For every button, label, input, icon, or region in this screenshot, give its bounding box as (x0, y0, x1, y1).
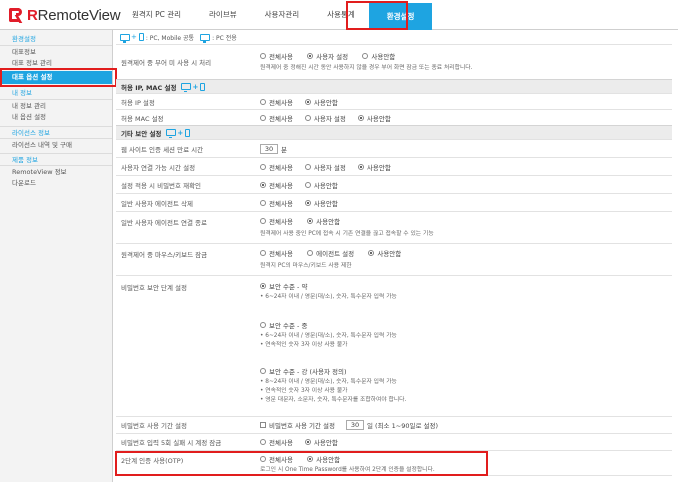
radio-all[interactable]: 전체사용 (260, 216, 293, 226)
radio-off[interactable]: 사용안함 (304, 198, 338, 208)
radio-user[interactable]: 사용자 설정 (304, 113, 346, 123)
row-note: 원격제어 중 정해진 시간 동안 사용하지 않을 경우 부어 화면 잠금 또는 … (260, 65, 473, 71)
radio-off[interactable]: 사용안함 (307, 216, 340, 226)
logo-mark-icon (9, 8, 25, 23)
radio-user[interactable]: 사용자 설정 (307, 51, 348, 61)
sidebar-item-my-manage[interactable]: 내 정보 관리 (0, 99, 112, 111)
row-label: 원격제어 중 부어 미 사용 시 처리 (121, 59, 212, 67)
row-agent-delete: 일반 사용자 에이전트 삭제 전체사용 사용안함 (116, 193, 672, 211)
row-user-conn: 사용자 연결 가능 시간 설정 전체사용 사용자 설정 사용안함 (116, 157, 672, 175)
logo-text: RemoteView (37, 6, 121, 24)
radio-off[interactable]: 사용안함 (362, 51, 395, 61)
radio-user[interactable]: 사용자 설정 (304, 162, 346, 172)
pc-mobile-icon: + (120, 33, 144, 43)
legend-common: : PC, Mobile 공통 (145, 34, 195, 42)
sidebar-cat-product[interactable]: 제품 정보 (0, 153, 112, 165)
row-agent-end: 일반 사용자 에이전트 연결 종료 전체사용 사용안함 원격제어 사용 중인 P… (116, 211, 672, 243)
sidebar-item-rep-info[interactable]: 대표정보 (0, 45, 112, 57)
timeout-input[interactable]: 30 (260, 143, 278, 154)
section-etc: 기타 보안 설정 + (116, 125, 672, 139)
radio-off[interactable]: 사용안함 (357, 162, 391, 172)
pc-mobile-icon: + (181, 82, 206, 92)
radio-level-weak[interactable]: 보안 수준 - 약 (260, 281, 307, 291)
tab-remote-pc[interactable]: 원격지 PC 관리 (118, 0, 195, 30)
section-ipmac: 허용 IP, MAC 설정 + (116, 79, 672, 93)
radio-level-strong[interactable]: 보안 수준 - 강 (사용자 정의) (260, 366, 347, 376)
sidebar-cat-license[interactable]: 라이선스 정보 (0, 126, 112, 138)
row-web-timeout: 웹 사이트 인증 세션 만료 시간 30 분 (116, 139, 672, 157)
row-mac: 허용 MAC 설정 전체사용 사용자 설정 사용안함 (116, 109, 672, 125)
checkbox-pw-period[interactable]: 비밀번호 사용 기간 설정 (260, 420, 335, 430)
sidebar-cat-settings[interactable]: 환경설정 (0, 33, 112, 45)
radio-agent[interactable]: 에이전트 설정 (307, 248, 354, 258)
radio-off[interactable]: 사용안함 (304, 437, 338, 447)
pc-icon (200, 33, 211, 43)
radio-off[interactable]: 사용안함 (368, 248, 401, 258)
radio-all[interactable]: 전체사용 (260, 113, 293, 123)
pw-period-input[interactable]: 30 (346, 420, 364, 430)
row-pw-level: 비밀번호 보안 단계 설정 보안 수준 - 약 • 6~24자 이내 / 영문(… (116, 275, 672, 416)
radio-all[interactable]: 전체사용 (260, 180, 293, 190)
sidebar-item-my-options[interactable]: 내 옵션 설정 (0, 111, 112, 123)
radio-all[interactable]: 전체사용 (260, 97, 293, 107)
radio-off[interactable]: 사용안함 (304, 97, 338, 107)
sidebar: 환경설정 대표정보 대표 정보 관리 대표 옵션 설정 내 정보 내 정보 관리… (0, 30, 113, 482)
app-header: RRemoteView 원격지 PC 관리 라이브뷰 사용자관리 사용통계 환경… (0, 0, 678, 30)
radio-off[interactable]: 사용안함 (304, 180, 338, 190)
highlight-sidebar-item (0, 68, 117, 87)
radio-all[interactable]: 전체사용 (260, 437, 293, 447)
settings-panel: + : PC, Mobile 공통 : PC 전용 원격제어 중 부어 미 사용… (116, 30, 672, 482)
radio-off[interactable]: 사용안함 (357, 113, 391, 123)
sidebar-item-download[interactable]: 다운로드 (0, 177, 112, 189)
row-pw-confirm: 설정 적용 시 비밀번호 재확인 전체사용 사용안함 (116, 175, 672, 193)
sidebar-item-license-purchase[interactable]: 라이선스 내역 및 구매 (0, 138, 112, 150)
tab-users[interactable]: 사용자관리 (251, 0, 314, 30)
logo-r: R (27, 6, 38, 24)
radio-all[interactable]: 전체사용 (260, 198, 293, 208)
radio-level-mid[interactable]: 보안 수준 - 중 (260, 320, 307, 330)
sidebar-item-remoteview-info[interactable]: RemoteView 정보 (0, 165, 112, 177)
row-pw-period: 비밀번호 사용 기간 설정 비밀번호 사용 기간 설정 30 일 (최소 1~9… (116, 416, 672, 433)
pc-mobile-icon: + (166, 128, 191, 138)
row-pw-fail: 비밀번호 입력 5회 실패 시 계정 잠금 전체사용 사용안함 (116, 433, 672, 450)
sidebar-cat-my-info[interactable]: 내 정보 (0, 87, 112, 99)
radio-all[interactable]: 전체사용 (260, 51, 293, 61)
logo[interactable]: RRemoteView (9, 6, 121, 24)
highlight-settings-tab (346, 1, 408, 30)
legend: + : PC, Mobile 공통 : PC 전용 (116, 30, 672, 44)
tab-liveview[interactable]: 라이브뷰 (195, 0, 251, 30)
row-ip: 허용 IP 설정 전체사용 사용안함 (116, 93, 672, 109)
radio-all[interactable]: 전체사용 (260, 248, 293, 258)
row-input-lock: 원격제어 중 마우스/키보드 잠금 전체사용 에이전트 설정 사용안함 원격지 … (116, 243, 672, 275)
row-idle: 원격제어 중 부어 미 사용 시 처리 전체사용 사용자 설정 사용안함 원격제… (116, 44, 672, 79)
highlight-otp-row (115, 451, 488, 476)
legend-pc-only: : PC 전용 (212, 34, 237, 42)
radio-all[interactable]: 전체사용 (260, 162, 293, 172)
